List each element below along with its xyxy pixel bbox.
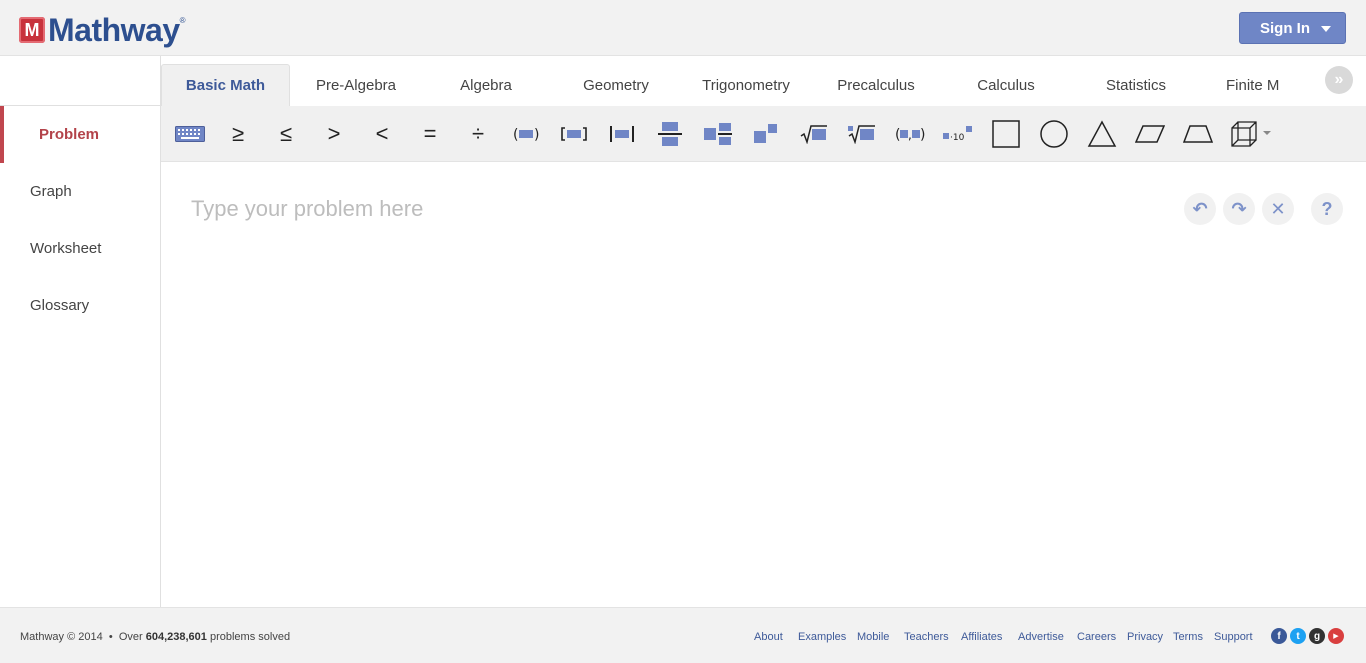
footer-link-privacy[interactable]: Privacy <box>1127 631 1163 643</box>
equals-icon[interactable]: = <box>412 120 448 148</box>
footer-link-terms[interactable]: Terms <box>1173 631 1203 643</box>
fraction-icon[interactable] <box>652 120 688 148</box>
chevron-down-icon <box>1321 26 1331 32</box>
solved-suffix: problems solved <box>209 631 291 643</box>
tab-algebra[interactable]: Algebra <box>426 64 546 106</box>
footer: Mathway © 2014 • Over 604,238,601 proble… <box>0 607 1366 663</box>
math-toolbar: ≥ ≤ > < = ÷ () (,) ·10 <box>161 106 1366 162</box>
solved-prefix: Over <box>118 631 143 643</box>
absolute-value-icon[interactable] <box>604 120 640 148</box>
facebook-icon[interactable]: f <box>1271 628 1287 644</box>
svg-text:): ) <box>920 127 925 142</box>
tab-precalculus[interactable]: Precalculus <box>816 64 936 106</box>
footer-link-advertise[interactable]: Advertise <box>1018 631 1064 643</box>
square-icon[interactable] <box>988 120 1024 148</box>
help-icon[interactable]: ? <box>1311 193 1343 225</box>
greater-than-icon[interactable]: > <box>316 120 352 148</box>
logo-text: Mathway <box>48 12 180 48</box>
nth-root-icon[interactable] <box>844 120 880 148</box>
sign-in-button[interactable]: Sign In <box>1239 12 1346 44</box>
tab-pre-algebra[interactable]: Pre-Algebra <box>296 64 416 106</box>
sidebar-item-worksheet[interactable]: Worksheet <box>0 220 160 277</box>
footer-link-careers[interactable]: Careers <box>1077 631 1116 643</box>
square-root-icon[interactable] <box>796 120 832 148</box>
ordered-pair-icon[interactable]: (,) <box>892 120 928 148</box>
googleplus-icon[interactable]: g <box>1309 628 1325 644</box>
sign-in-label: Sign In <box>1260 19 1310 37</box>
footer-stats: Mathway © 2014 • Over 604,238,601 proble… <box>20 631 290 643</box>
mathway-logo[interactable]: M Mathway ® <box>19 14 186 46</box>
footer-bullet: • <box>108 631 113 643</box>
tab-finite-math[interactable]: Finite M <box>1206 64 1296 106</box>
footer-link-affiliates[interactable]: Affiliates <box>961 631 1002 643</box>
tab-basic-math[interactable]: Basic Math <box>161 64 290 106</box>
sidebar-item-problem[interactable]: Problem <box>0 106 160 163</box>
footer-link-examples[interactable]: Examples <box>798 631 846 643</box>
scientific-notation-icon[interactable]: ·10 <box>940 120 976 148</box>
tab-geometry[interactable]: Geometry <box>556 64 676 106</box>
trapezoid-icon[interactable] <box>1180 120 1216 148</box>
svg-text:,: , <box>908 128 912 142</box>
mixed-number-icon[interactable] <box>700 120 736 148</box>
keyboard-icon[interactable] <box>172 120 208 148</box>
sidebar: Problem Graph Worksheet Glossary <box>0 106 161 607</box>
header: M Mathway ® Sign In <box>0 0 1366 56</box>
greater-equal-icon[interactable]: ≥ <box>220 120 256 148</box>
sidebar-item-graph[interactable]: Graph <box>0 163 160 220</box>
triangle-icon[interactable] <box>1084 120 1120 148</box>
cube-icon[interactable] <box>1230 120 1276 148</box>
twitter-icon[interactable]: t <box>1290 628 1306 644</box>
sidebar-top-spacer <box>0 56 161 106</box>
footer-link-teachers[interactable]: Teachers <box>904 631 949 643</box>
svg-text:(: ( <box>895 127 900 142</box>
svg-text:): ) <box>534 127 539 142</box>
mathway-logo-icon: M <box>19 17 45 43</box>
circle-icon[interactable] <box>1036 120 1072 148</box>
clear-icon[interactable]: ✕ <box>1262 193 1294 225</box>
brackets-icon[interactable] <box>556 120 592 148</box>
solved-count: 604,238,601 <box>145 631 207 643</box>
undo-icon[interactable]: ↶ <box>1184 193 1216 225</box>
svg-text:(: ( <box>513 127 518 142</box>
tab-statistics[interactable]: Statistics <box>1076 64 1196 106</box>
tab-calculus[interactable]: Calculus <box>946 64 1066 106</box>
less-than-icon[interactable]: < <box>364 120 400 148</box>
footer-link-mobile[interactable]: Mobile <box>857 631 889 643</box>
tabs-next-icon[interactable]: » <box>1325 66 1353 94</box>
footer-link-support[interactable]: Support <box>1214 631 1253 643</box>
svg-text:·10: ·10 <box>950 133 965 143</box>
exponent-icon[interactable] <box>748 120 784 148</box>
footer-link-about[interactable]: About <box>754 631 783 643</box>
sidebar-item-glossary[interactable]: Glossary <box>0 277 160 334</box>
less-equal-icon[interactable]: ≤ <box>268 120 304 148</box>
parentheses-icon[interactable]: () <box>508 120 544 148</box>
subject-tabs: Basic Math Pre-Algebra Algebra Geometry … <box>161 56 1366 106</box>
tab-trigonometry[interactable]: Trigonometry <box>686 64 806 106</box>
parallelogram-icon[interactable] <box>1132 120 1168 148</box>
copyright: Mathway © 2014 <box>20 631 103 643</box>
problem-input[interactable]: Type your problem here <box>191 196 423 222</box>
redo-icon[interactable]: ↷ <box>1223 193 1255 225</box>
divide-icon[interactable]: ÷ <box>460 120 496 148</box>
youtube-icon[interactable]: ▶ <box>1328 628 1344 644</box>
logo-trademark: ® <box>179 16 186 25</box>
